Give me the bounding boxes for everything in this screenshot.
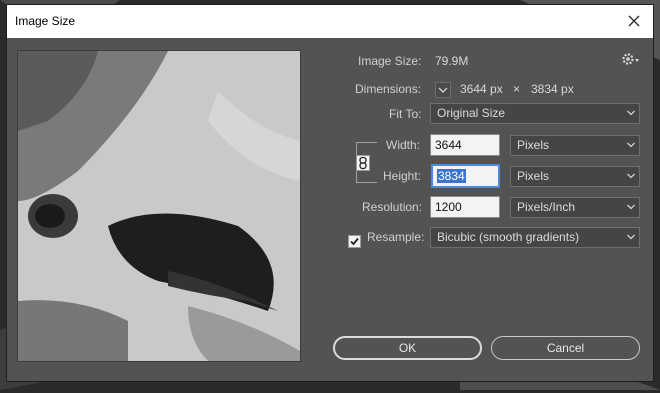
image-size-label: Image Size: bbox=[358, 54, 422, 68]
gear-icon[interactable] bbox=[620, 51, 640, 67]
resolution-unit-select[interactable]: Pixels/Inch bbox=[510, 197, 640, 218]
width-input[interactable]: 3644 bbox=[430, 134, 500, 156]
width-unit-select[interactable]: Pixels bbox=[510, 135, 640, 156]
close-icon[interactable] bbox=[623, 10, 645, 32]
width-label: Width: bbox=[386, 138, 421, 152]
height-input[interactable]: 3834 bbox=[432, 165, 499, 187]
height-unit-select[interactable]: Pixels bbox=[510, 166, 640, 187]
cancel-button[interactable]: Cancel bbox=[491, 336, 640, 360]
width-value: 3644 bbox=[435, 138, 462, 152]
chain-link-icon[interactable] bbox=[356, 155, 370, 171]
dimensions-width: 3644 px bbox=[460, 82, 503, 96]
image-size-value: 79.9M bbox=[435, 54, 469, 68]
checkmark-icon bbox=[350, 237, 359, 246]
chevron-down-icon bbox=[627, 173, 635, 179]
width-unit-value: Pixels bbox=[517, 138, 550, 152]
ok-button[interactable]: OK bbox=[333, 336, 482, 360]
resample-value: Bicubic (smooth gradients) bbox=[437, 230, 580, 244]
dialog-title: Image Size bbox=[15, 14, 76, 28]
height-value: 3834 bbox=[437, 169, 466, 183]
resample-select[interactable]: Bicubic (smooth gradients) bbox=[430, 227, 640, 248]
dimensions-label: Dimensions: bbox=[355, 82, 422, 96]
dimensions-height: 3834 px bbox=[531, 82, 574, 96]
resample-checkbox[interactable] bbox=[348, 235, 361, 248]
height-label: Height: bbox=[383, 169, 422, 183]
resolution-value: 1200 bbox=[435, 200, 462, 214]
chain-link-glyph bbox=[359, 156, 367, 170]
image-size-dialog: Image Size Image Size: 79.9M Dimensions:… bbox=[6, 4, 654, 382]
resolution-input[interactable]: 1200 bbox=[430, 196, 500, 218]
fit-to-label: Fit To: bbox=[389, 107, 422, 121]
resolution-unit-value: Pixels/Inch bbox=[517, 200, 576, 214]
resample-label: Resample: bbox=[367, 230, 425, 244]
title-bar: Image Size bbox=[7, 5, 653, 38]
dimensions-dropdown[interactable] bbox=[435, 82, 451, 98]
dimensions-times: × bbox=[513, 82, 521, 96]
fit-to-select[interactable]: Original Size bbox=[430, 103, 640, 124]
chevron-down-icon bbox=[438, 87, 448, 93]
fit-to-value: Original Size bbox=[437, 106, 506, 120]
chevron-down-icon bbox=[627, 142, 635, 148]
image-preview[interactable] bbox=[17, 50, 301, 362]
constrain-bracket-bottom bbox=[356, 171, 377, 183]
chevron-down-icon bbox=[627, 204, 635, 210]
chevron-down-icon bbox=[627, 110, 635, 116]
resolution-label: Resolution: bbox=[362, 200, 423, 214]
height-unit-value: Pixels bbox=[517, 169, 550, 183]
chevron-down-icon bbox=[627, 234, 635, 240]
